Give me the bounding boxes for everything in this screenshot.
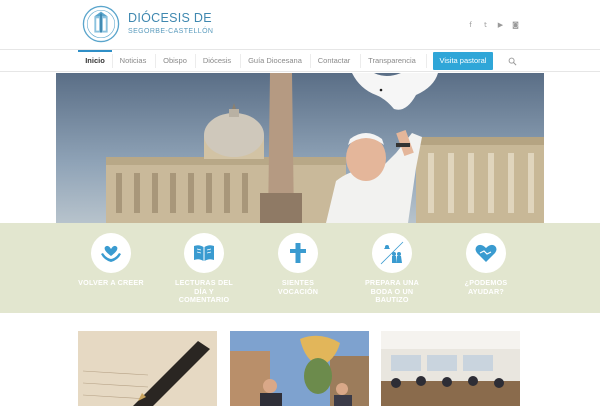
social-links: f t ▶ ◙	[466, 20, 520, 29]
feature-icon-circle	[278, 233, 318, 273]
feature-label: VOLVER A CREER	[78, 278, 144, 287]
nav-item-guia-diocesana[interactable]: Guía Diocesana	[243, 50, 307, 72]
feature-label: ¿PODEMOS AYUDAR?	[464, 278, 508, 296]
search-icon[interactable]	[508, 57, 517, 66]
news-thumbnail-writing[interactable]	[78, 331, 217, 406]
nav-divider	[155, 54, 156, 68]
feature-podemos-ayudar[interactable]: ¿PODEMOS AYUDAR?	[451, 233, 521, 296]
instagram-icon[interactable]: ◙	[511, 20, 520, 29]
nav-divider	[360, 54, 361, 68]
feature-volver-a-creer[interactable]: VOLVER A CREER	[76, 233, 146, 288]
news-thumbnail-festival[interactable]	[230, 331, 369, 406]
cross-icon	[290, 243, 306, 263]
feature-lecturas-del-dia[interactable]: LECTURAS DEL DÍA Y COMENTARIO	[169, 233, 239, 305]
nav-divider	[195, 54, 196, 68]
book-icon	[194, 245, 214, 261]
feature-icon-circle	[91, 233, 131, 273]
feature-boda-bautizo[interactable]: PREPARA UNA BODA O UN BAUTIZO	[357, 233, 427, 305]
news-gallery	[0, 313, 600, 406]
nav-item-obispo[interactable]: Obispo	[158, 50, 192, 72]
logo-title: DIÓCESIS DE	[128, 11, 212, 25]
wedding-icon	[380, 241, 404, 265]
helping-heart-icon	[475, 244, 497, 262]
feature-label: LECTURAS DEL DÍA Y COMENTARIO	[175, 278, 233, 304]
diocese-seal-logo[interactable]	[82, 5, 120, 43]
logo-text[interactable]: DIÓCESIS DE SEGORBE-CASTELLÓN	[128, 11, 214, 36]
nav-item-contactar[interactable]: Contactar	[313, 50, 355, 72]
nav-divider	[112, 54, 113, 68]
feature-icon-circle	[372, 233, 412, 273]
youtube-icon[interactable]: ▶	[496, 20, 505, 29]
feature-label: SIENTES VOCACIÓN	[277, 278, 319, 296]
visita-pastoral-button[interactable]: Visita pastoral	[433, 52, 493, 70]
nav-divider	[310, 54, 311, 68]
news-thumbnail-meeting[interactable]	[381, 331, 520, 406]
feature-band: VOLVER A CREER LECTURAS DEL DÍA Y COMENT…	[0, 223, 600, 313]
nav-divider	[240, 54, 241, 68]
nav-item-diocesis[interactable]: Diócesis	[198, 50, 236, 72]
twitter-icon[interactable]: t	[481, 20, 490, 29]
feature-icon-circle	[466, 233, 506, 273]
nav-divider	[426, 54, 427, 68]
logo-subtitle: SEGORBE-CASTELLÓN	[128, 28, 214, 35]
nav-item-noticias[interactable]: Noticias	[114, 50, 152, 72]
heart-hands-icon	[101, 245, 121, 262]
site-header: DIÓCESIS DE SEGORBE-CASTELLÓN f t ▶ ◙	[0, 0, 600, 50]
nav-item-transparencia[interactable]: Transparencia	[364, 50, 420, 72]
feature-label: PREPARA UNA BODA O UN BAUTIZO	[364, 278, 420, 304]
feature-icon-circle	[184, 233, 224, 273]
facebook-icon[interactable]: f	[466, 20, 475, 29]
nav-item-inicio[interactable]: Inicio	[78, 50, 112, 72]
hero-banner-image[interactable]	[56, 73, 544, 223]
feature-sientes-vocacion[interactable]: SIENTES VOCACIÓN	[263, 233, 333, 296]
